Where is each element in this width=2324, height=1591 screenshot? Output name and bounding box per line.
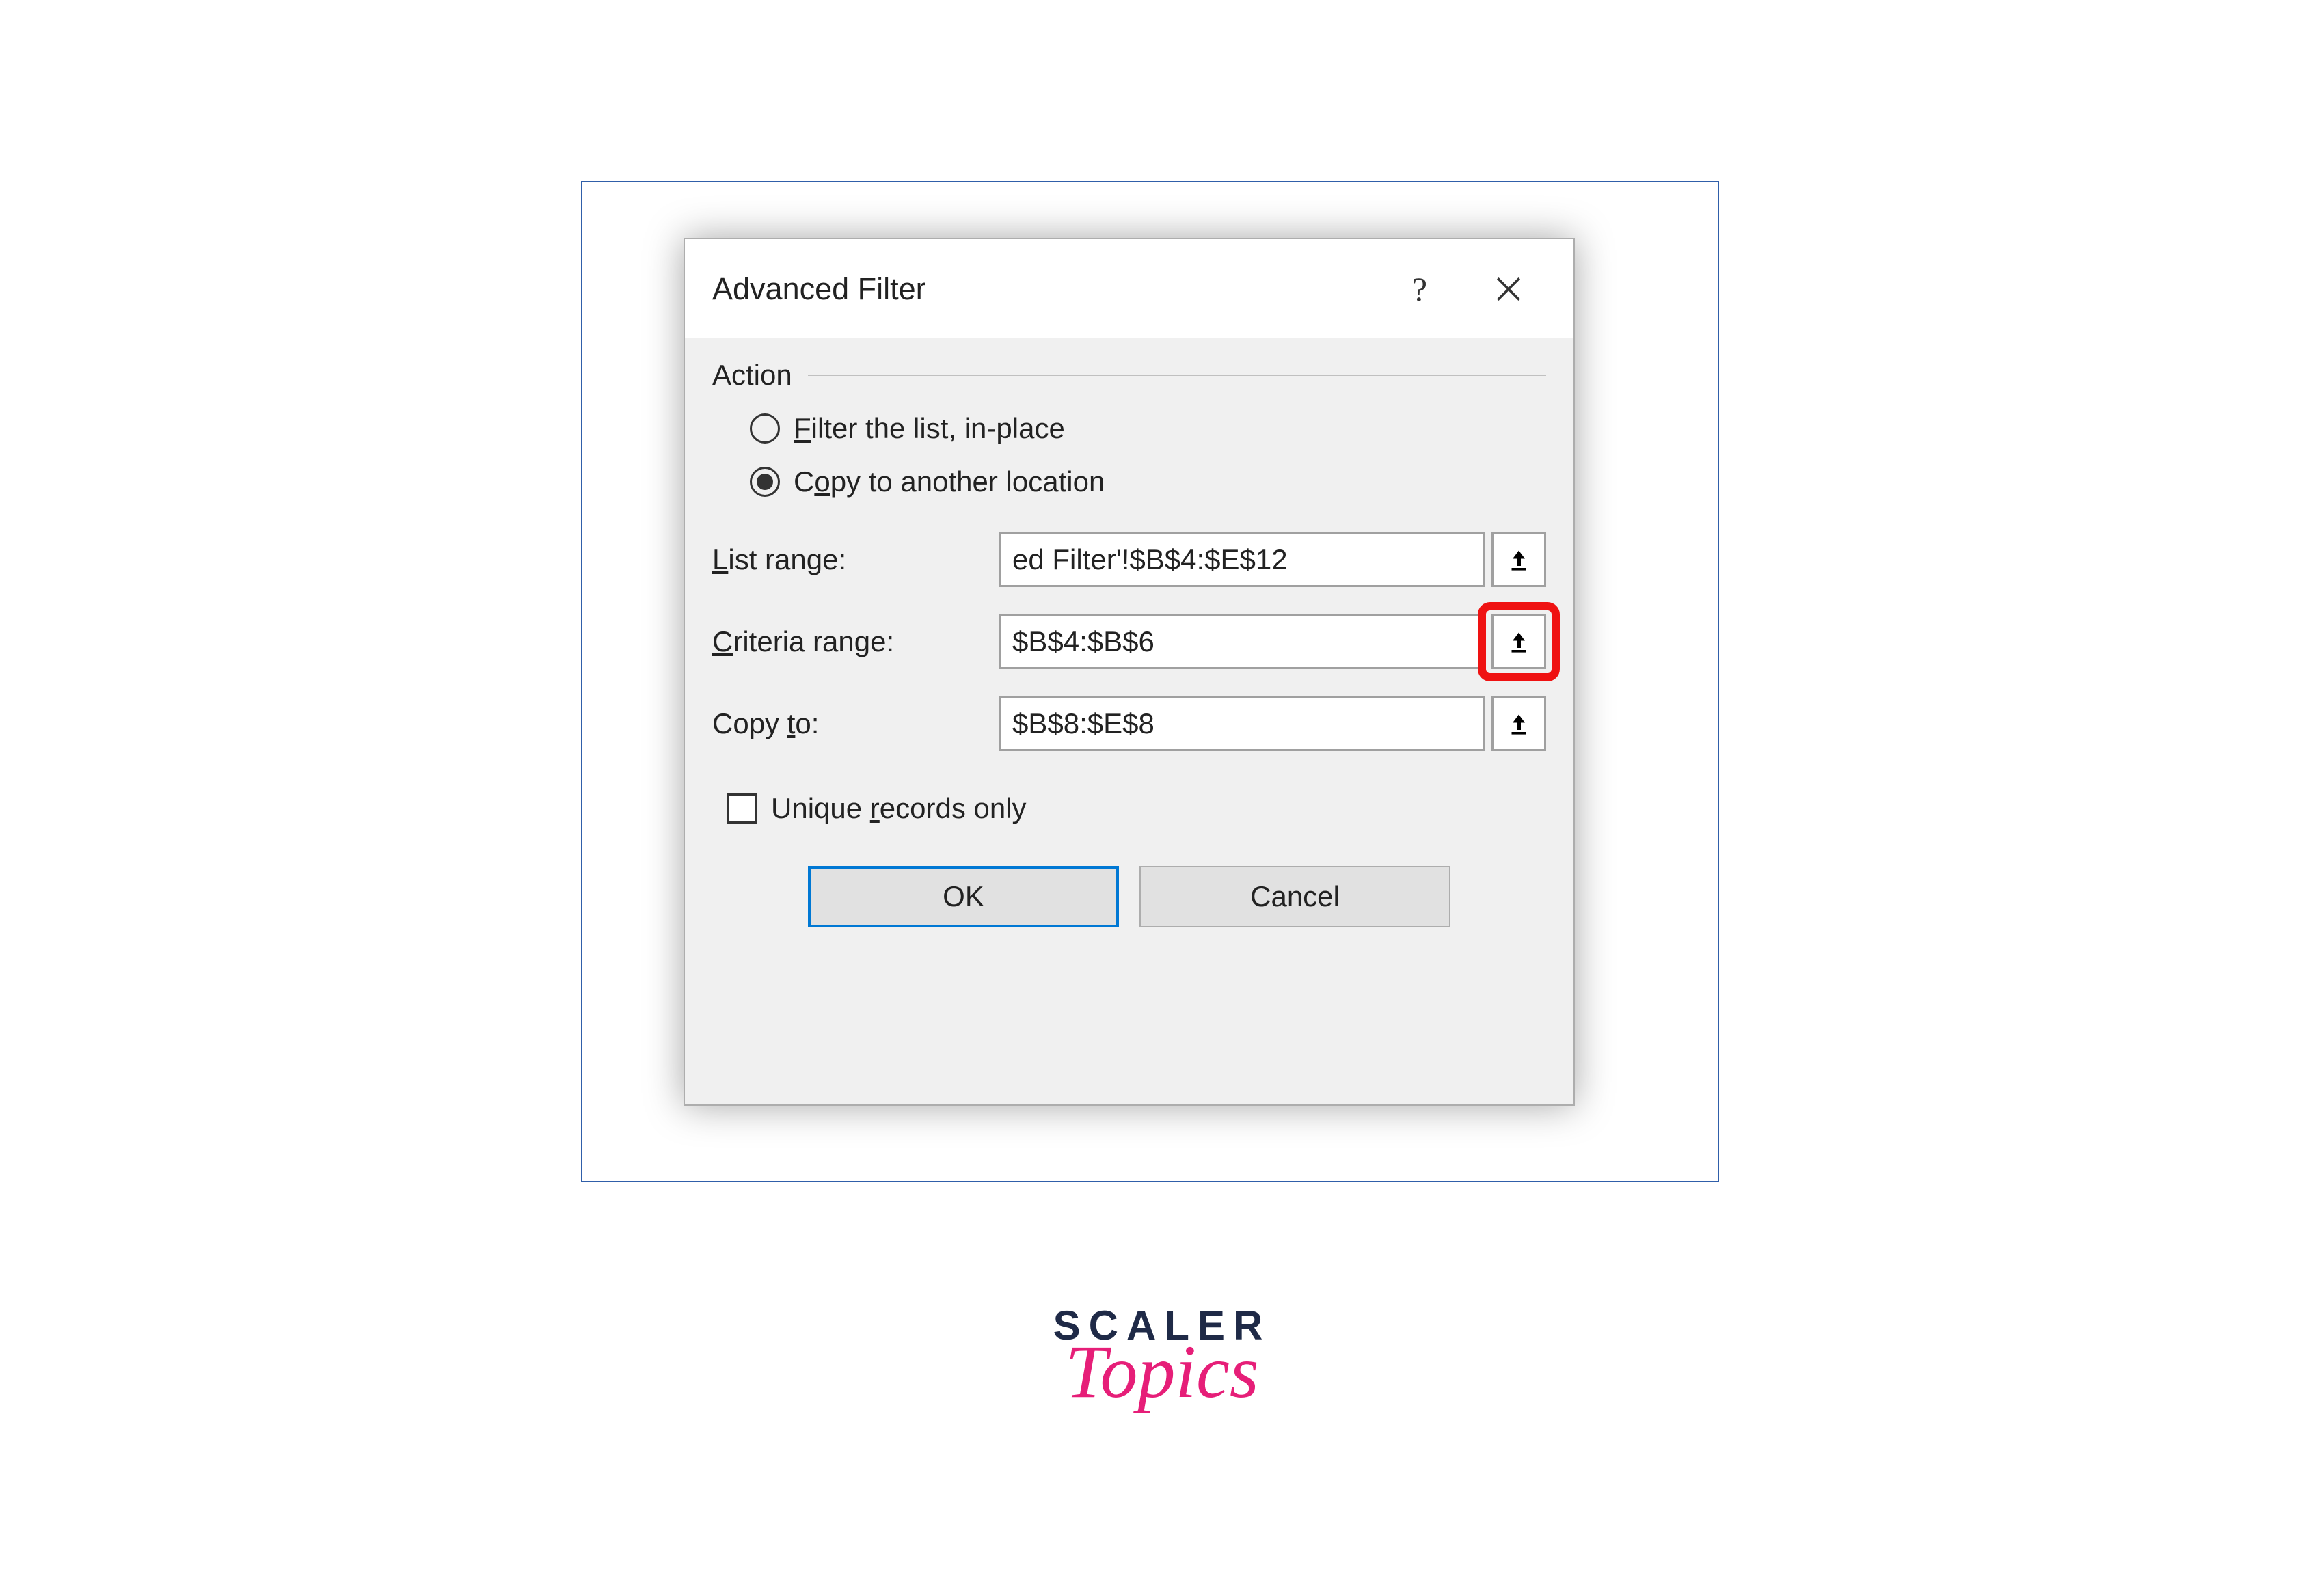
- radio-label: Copy to another location: [794, 465, 1105, 498]
- scaler-topics-logo: SCALER Topics: [1053, 1305, 1271, 1409]
- copy-to-picker-icon[interactable]: [1491, 696, 1546, 751]
- list-range-label: List range:: [712, 543, 992, 576]
- radio-icon: [750, 467, 780, 497]
- copy-to-label: Copy to:: [712, 707, 992, 740]
- criteria-range-picker-icon[interactable]: [1491, 614, 1546, 669]
- help-icon[interactable]: ?: [1375, 239, 1464, 338]
- copy-to-input[interactable]: $B$8:$E$8: [999, 696, 1485, 751]
- dialog-title: Advanced Filter: [712, 271, 926, 307]
- list-range-picker-icon[interactable]: [1491, 532, 1546, 587]
- checkbox-icon: [727, 793, 757, 824]
- radio-icon: [750, 413, 780, 444]
- advanced-filter-dialog: Advanced Filter ? Action Filter the list…: [684, 238, 1575, 1106]
- radio-label: Filter the list, in-place: [794, 412, 1065, 445]
- criteria-range-label: Criteria range:: [712, 625, 992, 658]
- action-group-label: Action: [712, 359, 1546, 392]
- list-range-input[interactable]: ed Filter'!$B$4:$E$12: [999, 532, 1485, 587]
- radio-copy-to-location[interactable]: Copy to another location: [750, 465, 1546, 498]
- radio-filter-in-place[interactable]: Filter the list, in-place: [750, 412, 1546, 445]
- ok-button[interactable]: OK: [808, 866, 1119, 927]
- titlebar: Advanced Filter ?: [685, 239, 1573, 338]
- cancel-button[interactable]: Cancel: [1139, 866, 1450, 927]
- criteria-range-input[interactable]: $B$4:$B$6: [999, 614, 1485, 669]
- close-icon[interactable]: [1464, 239, 1553, 338]
- unique-records-checkbox[interactable]: Unique records only: [727, 792, 1546, 825]
- checkbox-label: Unique records only: [771, 792, 1027, 825]
